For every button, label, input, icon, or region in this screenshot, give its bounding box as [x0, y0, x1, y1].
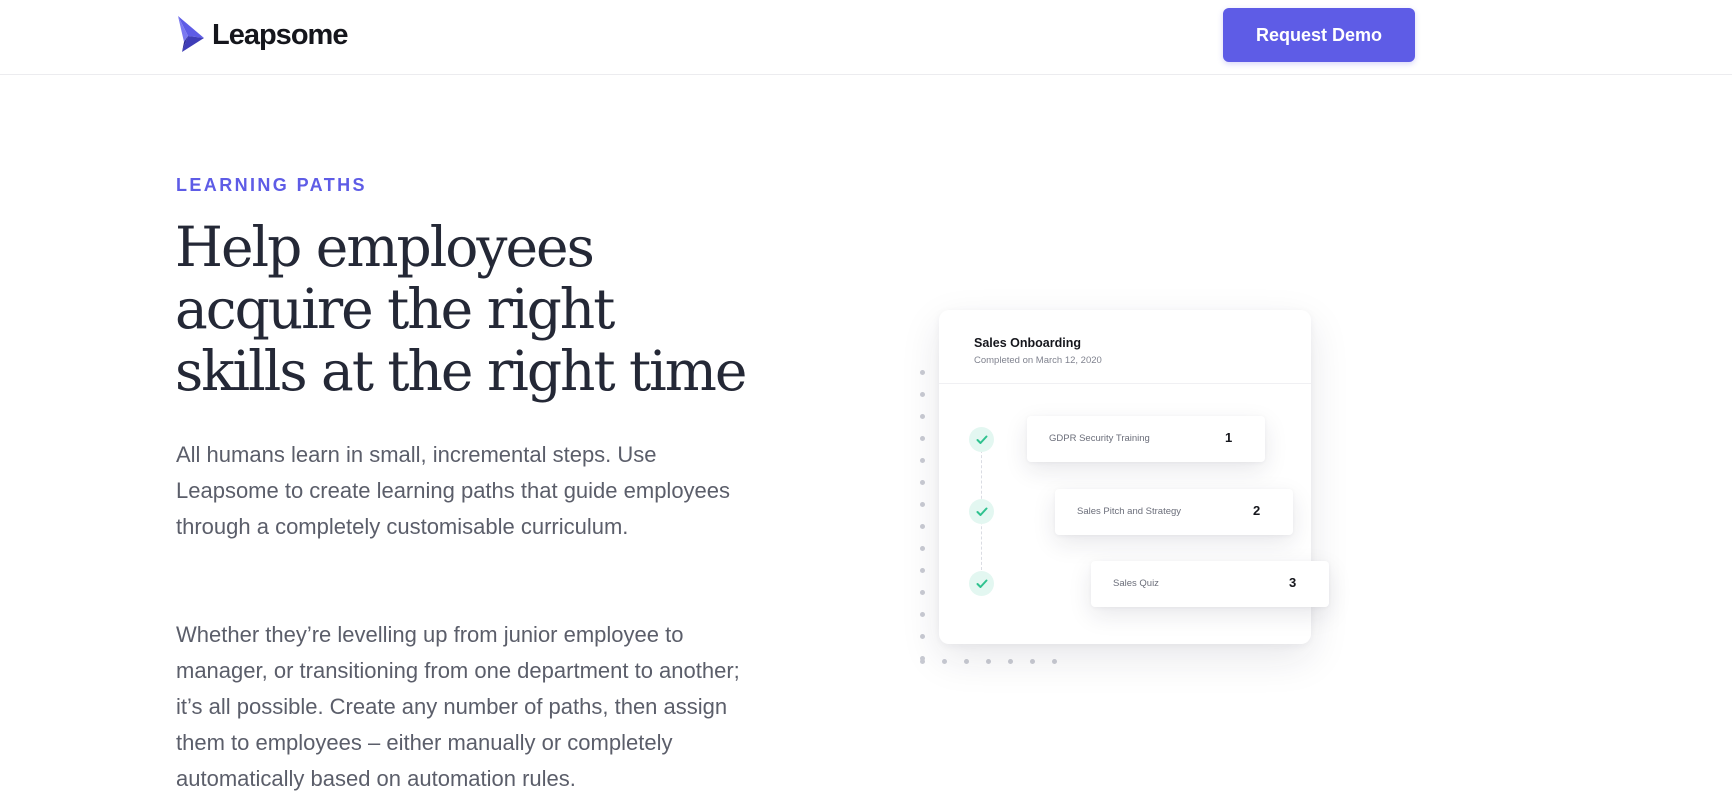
decorative-dot [920, 414, 925, 419]
decorative-dot [986, 659, 991, 664]
page-title: Help employees acquire the right skills … [175, 215, 747, 403]
decorative-dots-vertical [920, 370, 926, 661]
decorative-dot [920, 659, 925, 664]
site-header: Leapsome Request Demo [0, 0, 1732, 75]
logo-link[interactable]: Leapsome [176, 15, 348, 55]
check-icon [969, 499, 994, 524]
check-icon [969, 427, 994, 452]
path-step: Sales Quiz 3 [1091, 561, 1329, 607]
decorative-dot [920, 546, 925, 551]
section-eyebrow: LEARNING PATHS [176, 175, 367, 195]
step-label: GDPR Security Training [1049, 433, 1150, 444]
decorative-dot [942, 659, 947, 664]
card-title: Sales Onboarding [974, 336, 1081, 350]
card-subtitle: Completed on March 12, 2020 [974, 355, 1102, 366]
decorative-dot [920, 590, 925, 595]
decorative-dot [920, 612, 925, 617]
logo-wordmark: Leapsome [212, 18, 348, 51]
step-label: Sales Pitch and Strategy [1077, 506, 1182, 517]
decorative-dot [920, 480, 925, 485]
step-number: 2 [1253, 503, 1261, 518]
decorative-dot [920, 502, 925, 507]
decorative-dot [964, 659, 969, 664]
step-label: Sales Quiz [1113, 578, 1159, 589]
step-number: 3 [1289, 575, 1297, 590]
decorative-dot [1030, 659, 1035, 664]
check-icon [969, 571, 994, 596]
path-step: Sales Pitch and Strategy 2 [1055, 489, 1293, 535]
decorative-dot [920, 568, 925, 573]
decorative-dot [1052, 659, 1057, 664]
intro-paragraph: All humans learn in small, incremental s… [176, 442, 731, 539]
step-number: 1 [1225, 430, 1233, 445]
detail-paragraph: Whether they’re levelling up from junior… [176, 622, 740, 791]
decorative-dot [920, 634, 925, 639]
leapsome-bird-icon [176, 16, 206, 54]
decorative-dot [920, 458, 925, 463]
decorative-dot [920, 524, 925, 529]
path-step: GDPR Security Training 1 [1027, 416, 1265, 462]
decorative-dot [920, 392, 925, 397]
decorative-dot [920, 436, 925, 441]
decorative-dot [920, 370, 925, 375]
request-demo-button[interactable]: Request Demo [1223, 8, 1415, 62]
decorative-dot [1008, 659, 1013, 664]
card-divider [939, 383, 1311, 384]
